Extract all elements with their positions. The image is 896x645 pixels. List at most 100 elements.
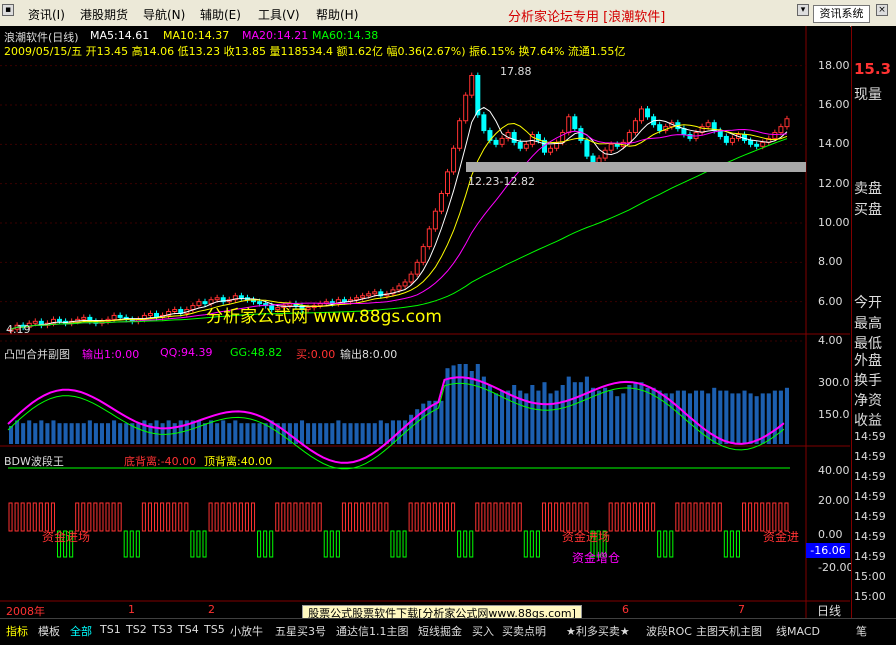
period-daily-button[interactable]: 日线 (808, 602, 850, 618)
sub1-bar (621, 393, 626, 444)
ma10-label: MA10:14.37 (163, 29, 230, 42)
sub1-bar (45, 423, 50, 444)
sub1-bar (475, 364, 480, 444)
sub1-bar (584, 376, 589, 444)
tab-indicator[interactable]: 指标 (6, 623, 28, 639)
candle-body (748, 139, 754, 145)
candle-body (354, 297, 360, 301)
sub1-bar (487, 385, 492, 444)
candle-body (238, 295, 244, 299)
sub1-bar (245, 423, 250, 444)
tab-all[interactable]: 全部 (70, 623, 92, 639)
sub1-bar (87, 420, 92, 444)
sub1-bar (166, 420, 171, 444)
sub2-top-divergence: 顶背离:40.00 (204, 455, 273, 468)
main-y-tick: 10.00 (818, 216, 850, 229)
sub1-bar (105, 423, 111, 444)
sub1-bar (221, 420, 226, 444)
tab-tianji[interactable]: 主图天机主图 (696, 623, 762, 639)
info-system-button[interactable]: 资讯系统 (813, 5, 870, 23)
main-y-tick: 8.00 (818, 255, 843, 269)
trade-time: 14:59 (854, 510, 886, 523)
sub1-bar (627, 385, 632, 444)
tab-ts5[interactable]: TS5 (204, 623, 225, 636)
candle-body (632, 120, 638, 134)
panel-label-outer: 外盘 (854, 353, 882, 369)
candle-body (366, 293, 372, 297)
sub1-bar (251, 423, 256, 444)
sub1-bar (493, 393, 499, 444)
sub1-bar (730, 393, 735, 444)
menu-item-nav[interactable]: 导航(N) (143, 6, 185, 23)
sub1-bar (748, 393, 753, 444)
sub1-out8: 输出8:0.00 (340, 348, 398, 361)
sub1-bar (263, 423, 268, 444)
candle-body (493, 139, 499, 145)
tab-ts2[interactable]: TS2 (126, 623, 147, 636)
candle-body (517, 141, 523, 149)
candle-body (372, 291, 378, 295)
sub1-bar (239, 423, 244, 444)
tab-bull-buy-sell[interactable]: ★利多买卖★ (566, 623, 630, 639)
tab-ts3[interactable]: TS3 (152, 623, 173, 636)
candle-body (754, 143, 760, 147)
candle-body (657, 124, 663, 132)
sub1-bar (633, 382, 638, 444)
sub1-bar (663, 393, 668, 444)
sub1-bar (21, 423, 26, 444)
candle-body (420, 246, 426, 263)
trade-time: 14:59 (854, 490, 886, 503)
candle-body (396, 285, 402, 291)
tab-xiaofangniu[interactable]: 小放牛 (230, 623, 263, 639)
sub1-bar (124, 423, 129, 444)
tab-five-star[interactable]: 五星买3号 (275, 623, 326, 639)
sub2-bottom-divergence: 底背离:-40.00 (124, 455, 197, 468)
sub1-bar (69, 423, 74, 444)
main-y-tick: 12.00 (818, 176, 850, 190)
sub1-bar (433, 400, 438, 444)
candle-body (523, 143, 529, 149)
tab-buy[interactable]: 买入 (472, 623, 494, 639)
menu-item-aux[interactable]: 辅助(E) (200, 6, 241, 23)
tab-short-gold[interactable]: 短线掘金 (418, 623, 462, 639)
tab-tdx[interactable]: 通达信1.1主图 (336, 623, 409, 639)
tab-buy-sell-points[interactable]: 买卖点明 (502, 623, 546, 639)
close-icon[interactable]: × (876, 4, 888, 16)
brand-title: 分析家论坛专用 [浪潮软件] (508, 10, 666, 25)
sub1-bar (766, 393, 771, 444)
tab-stroke[interactable]: 笔 (856, 623, 867, 639)
trade-time: 14:59 (854, 450, 886, 463)
sub1-bar (227, 423, 232, 444)
tab-template[interactable]: 模板 (38, 623, 60, 639)
candle-body (444, 171, 450, 195)
sub1-bar (469, 371, 474, 444)
menu-item-tools[interactable]: 工具(V) (258, 6, 300, 23)
sub1-bar (306, 423, 311, 444)
sub1-bar (81, 423, 86, 444)
sub2-tick-20: 20.00 (818, 494, 850, 507)
menu-item-hk-futures[interactable]: 港股期货 (80, 6, 128, 23)
sub1-bar (603, 387, 608, 444)
menu-item-help[interactable]: 帮助(H) (316, 6, 358, 23)
app-icon[interactable]: ▪ (2, 4, 14, 16)
sub1-tick-300: 300.0 (818, 376, 850, 389)
tab-wave-roc[interactable]: 波段ROC (646, 623, 692, 639)
sub1-bar (154, 420, 159, 444)
candle-body (414, 261, 420, 275)
sub1-bar (330, 423, 335, 444)
candle-body (360, 295, 366, 299)
menu-item-info[interactable]: 资讯(I) (28, 6, 65, 23)
sub1-bar (342, 423, 347, 444)
sub1-bar (597, 390, 602, 444)
trade-time: 14:59 (854, 430, 886, 443)
x-axis-month-7: 7 (738, 603, 745, 616)
sub1-bar (360, 423, 365, 444)
tab-ts1[interactable]: TS1 (100, 623, 121, 636)
candle-body (117, 314, 123, 318)
panel-label-bid: 买盘 (854, 202, 882, 218)
tab-macd[interactable]: 线MACD (776, 623, 820, 639)
sub1-bar (390, 420, 395, 444)
dropdown-icon[interactable]: ▾ (797, 4, 809, 16)
sub1-bar (63, 423, 68, 444)
tab-ts4[interactable]: TS4 (178, 623, 199, 636)
